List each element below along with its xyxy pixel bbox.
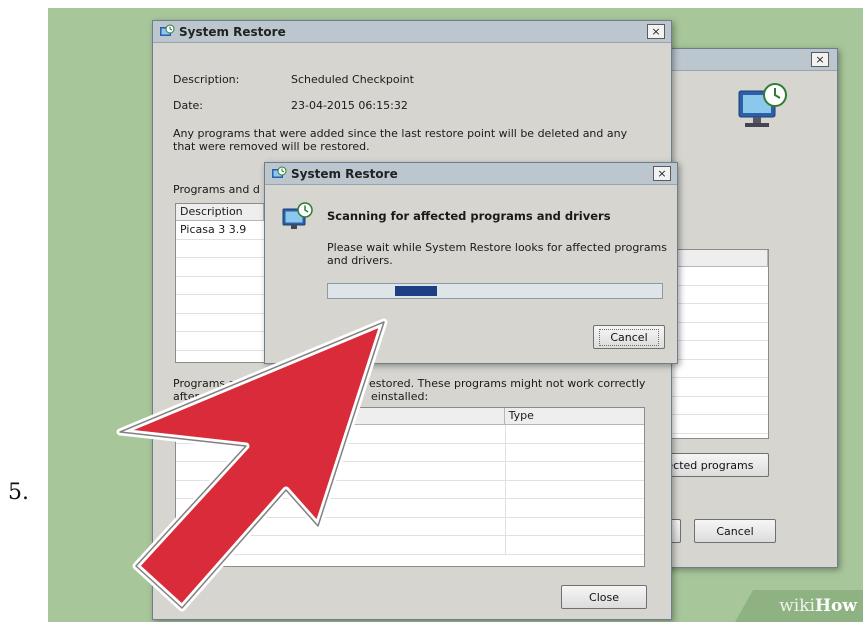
table-row [176, 443, 644, 462]
description-label: Description: [173, 73, 240, 86]
table-row [176, 332, 264, 351]
col-header-description: Description [176, 204, 264, 220]
scan-progress-bar [327, 283, 663, 299]
description-value: Scheduled Checkpoint [291, 73, 414, 86]
col-header-type: Type [508, 409, 534, 422]
scan-progress-fill [394, 286, 437, 296]
cancel-button[interactable]: Cancel [593, 325, 665, 349]
system-restore-icon [160, 24, 175, 36]
window-title: System Restore [179, 24, 286, 39]
restored-label-right-2: einstalled: [371, 390, 429, 403]
wikihow-watermark: wikiHow [735, 590, 863, 622]
table-row [176, 517, 644, 536]
deleted-programs-grid: Description Picasa 3 3.9 [175, 203, 265, 363]
restored-label-left-2: after rest [173, 390, 224, 403]
table-row [176, 258, 264, 277]
back-cancel-button[interactable]: Cancel [694, 519, 776, 543]
back-window-titlebar: × [649, 49, 837, 71]
date-value: 23-04-2015 06:15:32 [291, 99, 408, 112]
table-row [176, 425, 644, 444]
restored-label-right: estored. These programs might not work c… [369, 377, 646, 390]
illustration-panel: × e tem fected programs Cancel [48, 8, 863, 622]
system-restore-titlebar: System Restore × [153, 21, 671, 43]
scan-dialog-title: System Restore [291, 166, 398, 181]
system-restore-icon [272, 166, 287, 178]
scan-monitor-icon [282, 202, 313, 229]
close-icon[interactable]: × [653, 166, 671, 181]
table-row [176, 277, 264, 295]
close-icon[interactable]: × [811, 52, 829, 67]
date-label: Date: [173, 99, 203, 112]
close-icon[interactable]: × [647, 24, 665, 39]
watermark-text: wikiHow [779, 596, 857, 616]
table-row [176, 480, 644, 499]
step-number: 5. [8, 480, 29, 505]
scan-dialog-titlebar: System Restore × [265, 163, 677, 185]
table-row [176, 314, 264, 332]
restored-label-left: Programs and d [173, 377, 260, 390]
table-row [176, 295, 264, 314]
restore-info-text: Any programs that were added since the l… [173, 127, 628, 153]
scan-message: Please wait while System Restore looks f… [327, 241, 668, 267]
table-row [176, 462, 644, 481]
restore-monitor-icon [738, 83, 787, 127]
deleted-programs-label: Programs and d [173, 183, 260, 196]
scan-heading: Scanning for affected programs and drive… [327, 209, 611, 223]
scan-dialog: System Restore × Scanning for affected p… [264, 162, 678, 364]
table-row [176, 536, 644, 555]
col-header-description: D [176, 408, 505, 424]
close-button[interactable]: Close [561, 585, 647, 609]
restored-programs-grid: D Type [175, 407, 645, 567]
table-row[interactable]: Picasa 3 3.9 [176, 221, 264, 240]
table-row [176, 499, 644, 518]
table-row [176, 240, 264, 258]
